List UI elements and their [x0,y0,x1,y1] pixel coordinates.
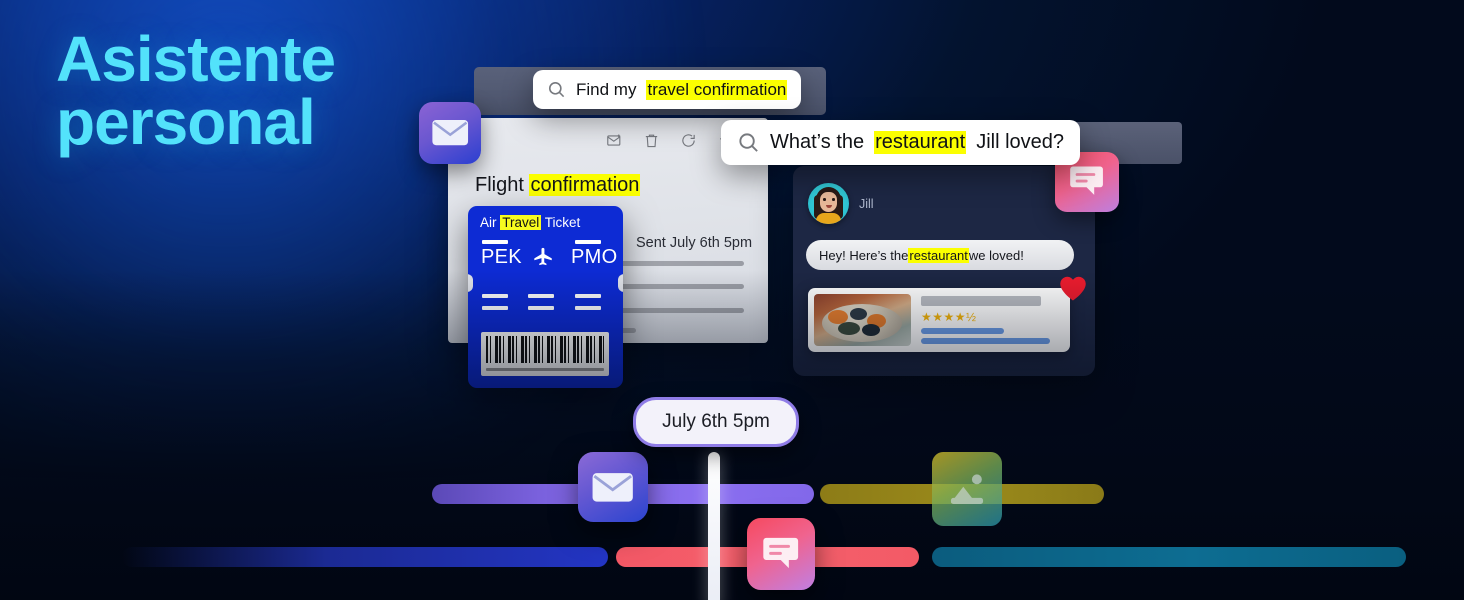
ticket-title-prefix: Air [480,215,501,230]
mail-sent-timestamp: Sent July 6th 5pm [636,235,753,251]
refresh-icon[interactable] [680,132,697,149]
playhead-handle[interactable] [708,452,720,600]
message-header: Jill [808,183,874,224]
airplane-icon [530,246,557,268]
headline-line-2: personal [56,85,316,158]
bubble-prefix: Hey! Here’s the [819,247,909,263]
search-text-prefix: Find my [576,79,637,99]
search-bar-travel[interactable]: Find my travel confirmation [533,70,802,109]
messages-icon-timeline[interactable] [747,518,815,590]
message-bubble: Hey! Here’s the restaurant we loved! [806,240,1074,270]
mail-subject: Flight confirmation [475,174,641,197]
page-title: Asistente personal [56,23,476,158]
timeline-time-label: July 6th 5pm [662,411,770,432]
ticket-title-suffix: Ticket [541,215,581,230]
message-sender-name: Jill [859,196,874,211]
chat-bubble-icon [1068,165,1105,199]
ticket-dash [482,240,508,244]
envelope-icon [431,119,469,146]
ticket-dash [575,240,601,244]
mail-placeholder-line [614,261,744,266]
ticket-destination: PMO [571,246,618,268]
trash-icon[interactable] [643,132,660,149]
search-text-prefix: What’s the [770,131,865,153]
archive-mail-icon[interactable] [606,132,623,149]
chat-bubble-icon [761,534,800,574]
hero-banner: Asistente personal Flight confirmation S… [0,0,1464,600]
mail-toolbar [448,118,768,162]
mail-subject-prefix: Flight [475,174,530,196]
envelope-icon [591,472,634,503]
bubble-suffix: we loved! [968,247,1024,263]
search-icon [547,80,566,99]
search-icon [737,131,760,154]
image-icon [946,467,988,511]
avatar [808,183,849,224]
search-text-highlight: restaurant [874,131,967,154]
timeline-time-pill[interactable]: July 6th 5pm [633,397,799,447]
photos-icon-timeline[interactable] [932,452,1002,526]
search-text-suffix: Jill loved? [976,131,1065,153]
mail-icon-timeline[interactable] [578,452,648,522]
blue-track[interactable] [122,547,608,567]
mail-subject-highlight: confirmation [529,174,641,196]
teal-track[interactable] [932,547,1406,567]
bubble-highlight: restaurant [908,247,969,263]
search-text-highlight: travel confirmation [646,79,788,100]
mail-icon[interactable] [419,102,481,164]
ticket-title: Air Travel Ticket [480,215,580,230]
search-bar-restaurant[interactable]: What’s the restaurant Jill loved? [721,120,1081,165]
ticket-origin: PEK [481,246,522,268]
ticket-title-highlight: Travel [500,215,542,230]
headline-line-1: Asistente [56,23,336,95]
